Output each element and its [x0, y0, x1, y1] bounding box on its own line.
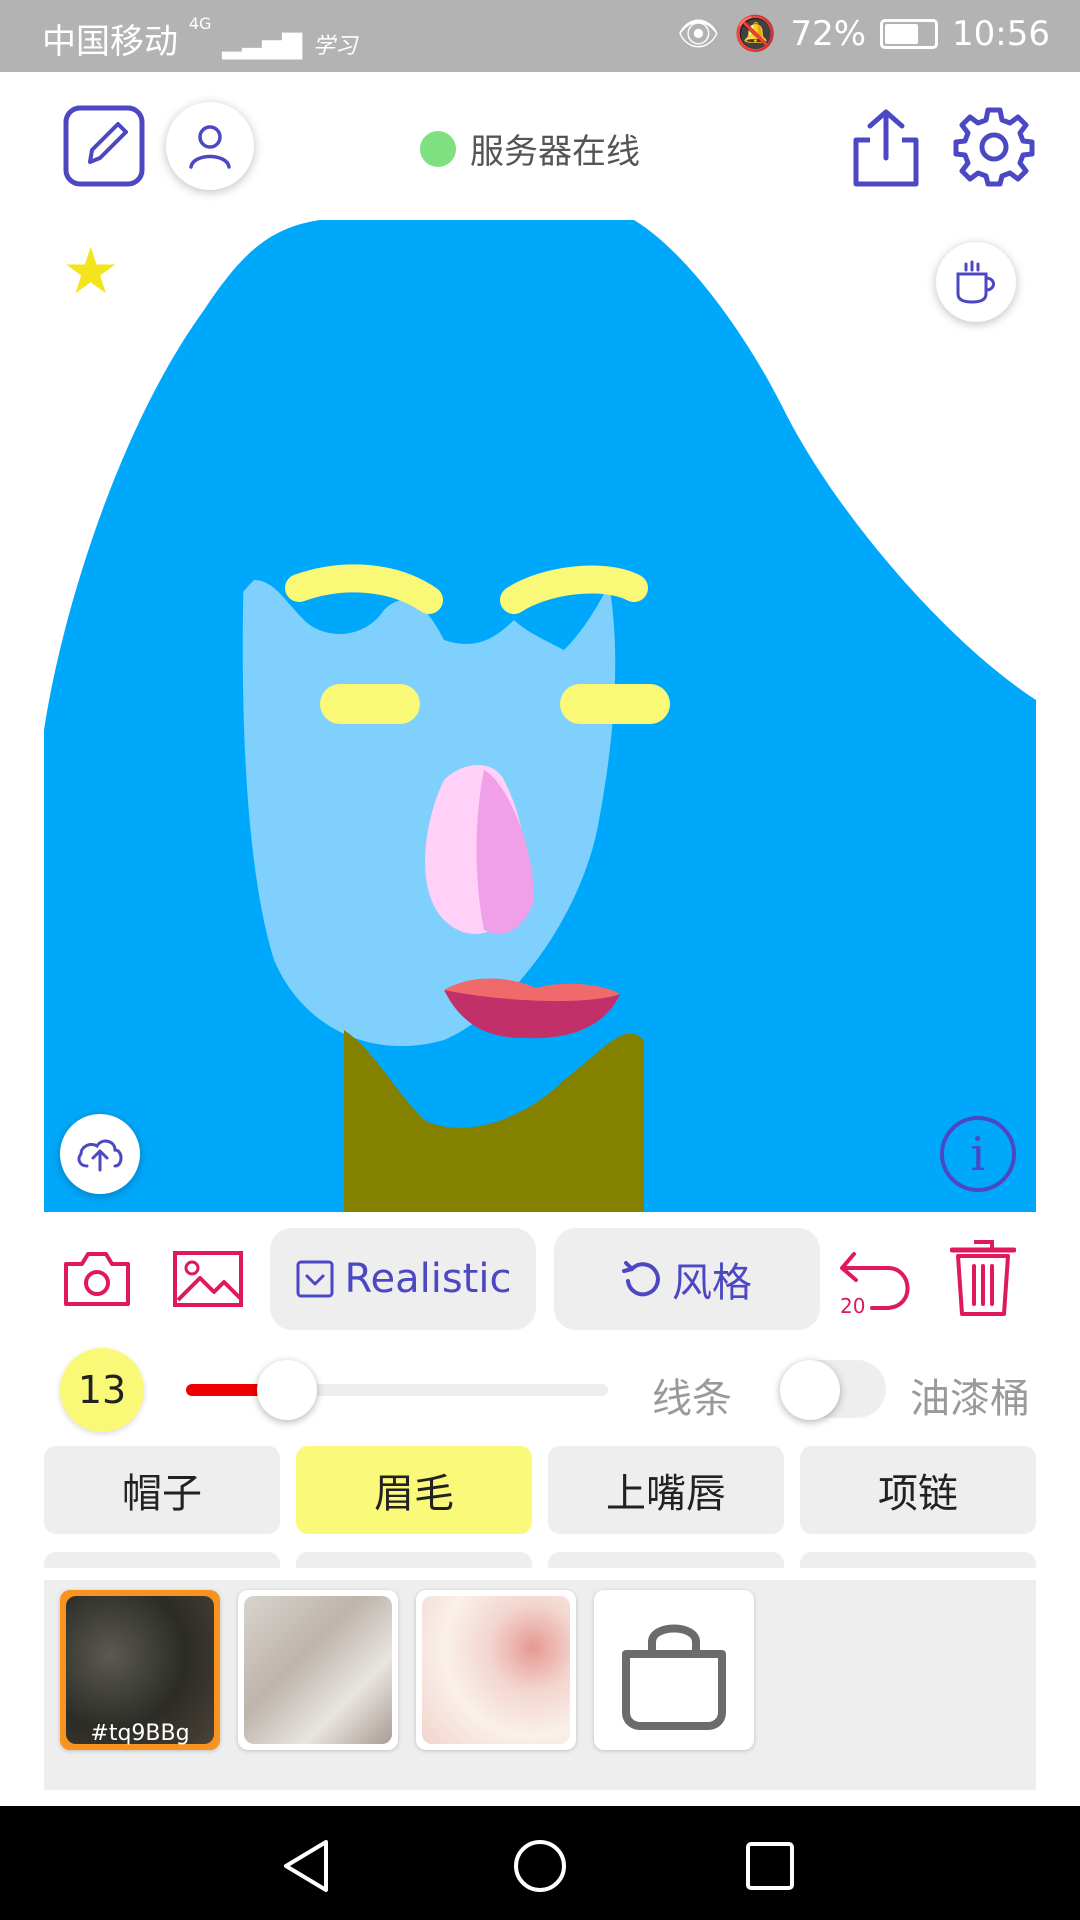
server-status: 服务器在线	[420, 124, 640, 173]
paint-bucket-label: 油漆桶	[910, 1376, 1030, 1422]
paint-bucket-toggle-knob[interactable]	[780, 1360, 840, 1420]
status-extra-label: 学习	[313, 34, 358, 59]
texture-item-selected[interactable]: #tq9BBg	[60, 1590, 220, 1750]
camera-icon	[64, 1252, 130, 1306]
category-necklace[interactable]: 项链	[800, 1446, 1036, 1534]
portrait-drawing	[44, 220, 1036, 1212]
edit-icon	[63, 105, 145, 187]
gear-icon	[953, 107, 1035, 187]
eye-right	[560, 684, 670, 724]
star-icon[interactable]: ★	[62, 240, 119, 304]
texture-item[interactable]	[416, 1590, 576, 1750]
coffee-cup-icon	[956, 260, 995, 304]
undo-button[interactable]: 20	[838, 1244, 920, 1318]
clock: 10:56	[952, 14, 1050, 54]
signal-icon: ▂▃▅▇	[222, 30, 303, 60]
texture-thumbnail	[244, 1596, 392, 1744]
profile-button[interactable]	[166, 102, 254, 190]
back-icon[interactable]	[280, 1838, 332, 1894]
category-label: 帽子	[122, 1471, 202, 1517]
undo-count: 20	[840, 1294, 866, 1318]
brush-size-value: 13	[77, 1368, 127, 1412]
cloud-upload-icon	[77, 1139, 123, 1172]
share-icon	[853, 109, 919, 187]
texture-panel: #tq9BBg	[44, 1580, 1036, 1790]
realistic-toggle-button[interactable]: Realistic	[270, 1228, 536, 1330]
category-label: 项链	[878, 1471, 958, 1517]
checkbox-icon	[296, 1260, 333, 1298]
category-hat[interactable]: 帽子	[44, 1446, 280, 1534]
mute-bell-icon: 🔕	[734, 14, 777, 54]
texture-id-label: #tq9BBg	[90, 1721, 190, 1746]
category-next-row	[296, 1552, 532, 1568]
category-label: 眉毛	[374, 1471, 454, 1517]
server-status-dot	[420, 130, 456, 167]
battery-icon	[880, 19, 939, 49]
server-status-text: 服务器在线	[470, 132, 640, 172]
status-right: 👁 🔕 72% 10:56	[677, 14, 1050, 54]
recents-icon[interactable]	[744, 1840, 796, 1892]
style-label: 风格	[672, 1260, 752, 1306]
brush-size-slider-thumb[interactable]	[257, 1360, 318, 1420]
image-icon	[173, 1251, 243, 1307]
camera-button[interactable]	[62, 1250, 132, 1308]
user-icon	[189, 125, 231, 169]
line-mode-label: 线条	[652, 1376, 732, 1422]
texture-thumbnail	[422, 1596, 570, 1744]
coffee-button[interactable]	[936, 242, 1016, 322]
info-button[interactable]: i	[940, 1116, 1016, 1192]
trash-icon	[950, 1240, 1016, 1316]
carrier-info: 中国移动 4G ▂▃▅▇ 学习	[42, 14, 357, 63]
home-icon[interactable]	[512, 1838, 568, 1894]
brush-size-badge: 13	[60, 1348, 144, 1432]
status-bar: 中国移动 4G ▂▃▅▇ 学习 👁 🔕 72% 10:56	[0, 0, 1080, 72]
refresh-icon	[622, 1261, 660, 1297]
category-next-row	[44, 1552, 280, 1568]
navigation-bar	[0, 1806, 1080, 1920]
drawing-canvas[interactable]: ★ i	[44, 220, 1036, 1212]
eye-left	[320, 684, 420, 724]
category-next-row	[800, 1552, 1036, 1568]
info-icon: i	[970, 1127, 986, 1181]
upload-button[interactable]	[60, 1114, 140, 1194]
style-button[interactable]: 风格	[554, 1228, 820, 1330]
gallery-button[interactable]	[172, 1250, 244, 1308]
settings-button[interactable]	[952, 104, 1036, 188]
shopping-bag-icon	[622, 1624, 726, 1730]
eye-icon: 👁	[676, 14, 721, 54]
texture-item[interactable]	[238, 1590, 398, 1750]
delete-button[interactable]	[950, 1238, 1016, 1318]
battery-percent: 72%	[790, 14, 867, 54]
texture-shop-button[interactable]	[594, 1590, 754, 1750]
edit-button[interactable]	[62, 104, 146, 188]
category-next-row	[548, 1552, 784, 1568]
share-button[interactable]	[846, 106, 926, 190]
carrier-name: 中国移动	[42, 22, 178, 62]
network-type: 4G	[188, 14, 212, 33]
category-eyebrows[interactable]: 眉毛	[296, 1446, 532, 1534]
category-upper-lip[interactable]: 上嘴唇	[548, 1446, 784, 1534]
category-label: 上嘴唇	[606, 1471, 726, 1517]
realistic-label: Realistic	[344, 1256, 512, 1302]
